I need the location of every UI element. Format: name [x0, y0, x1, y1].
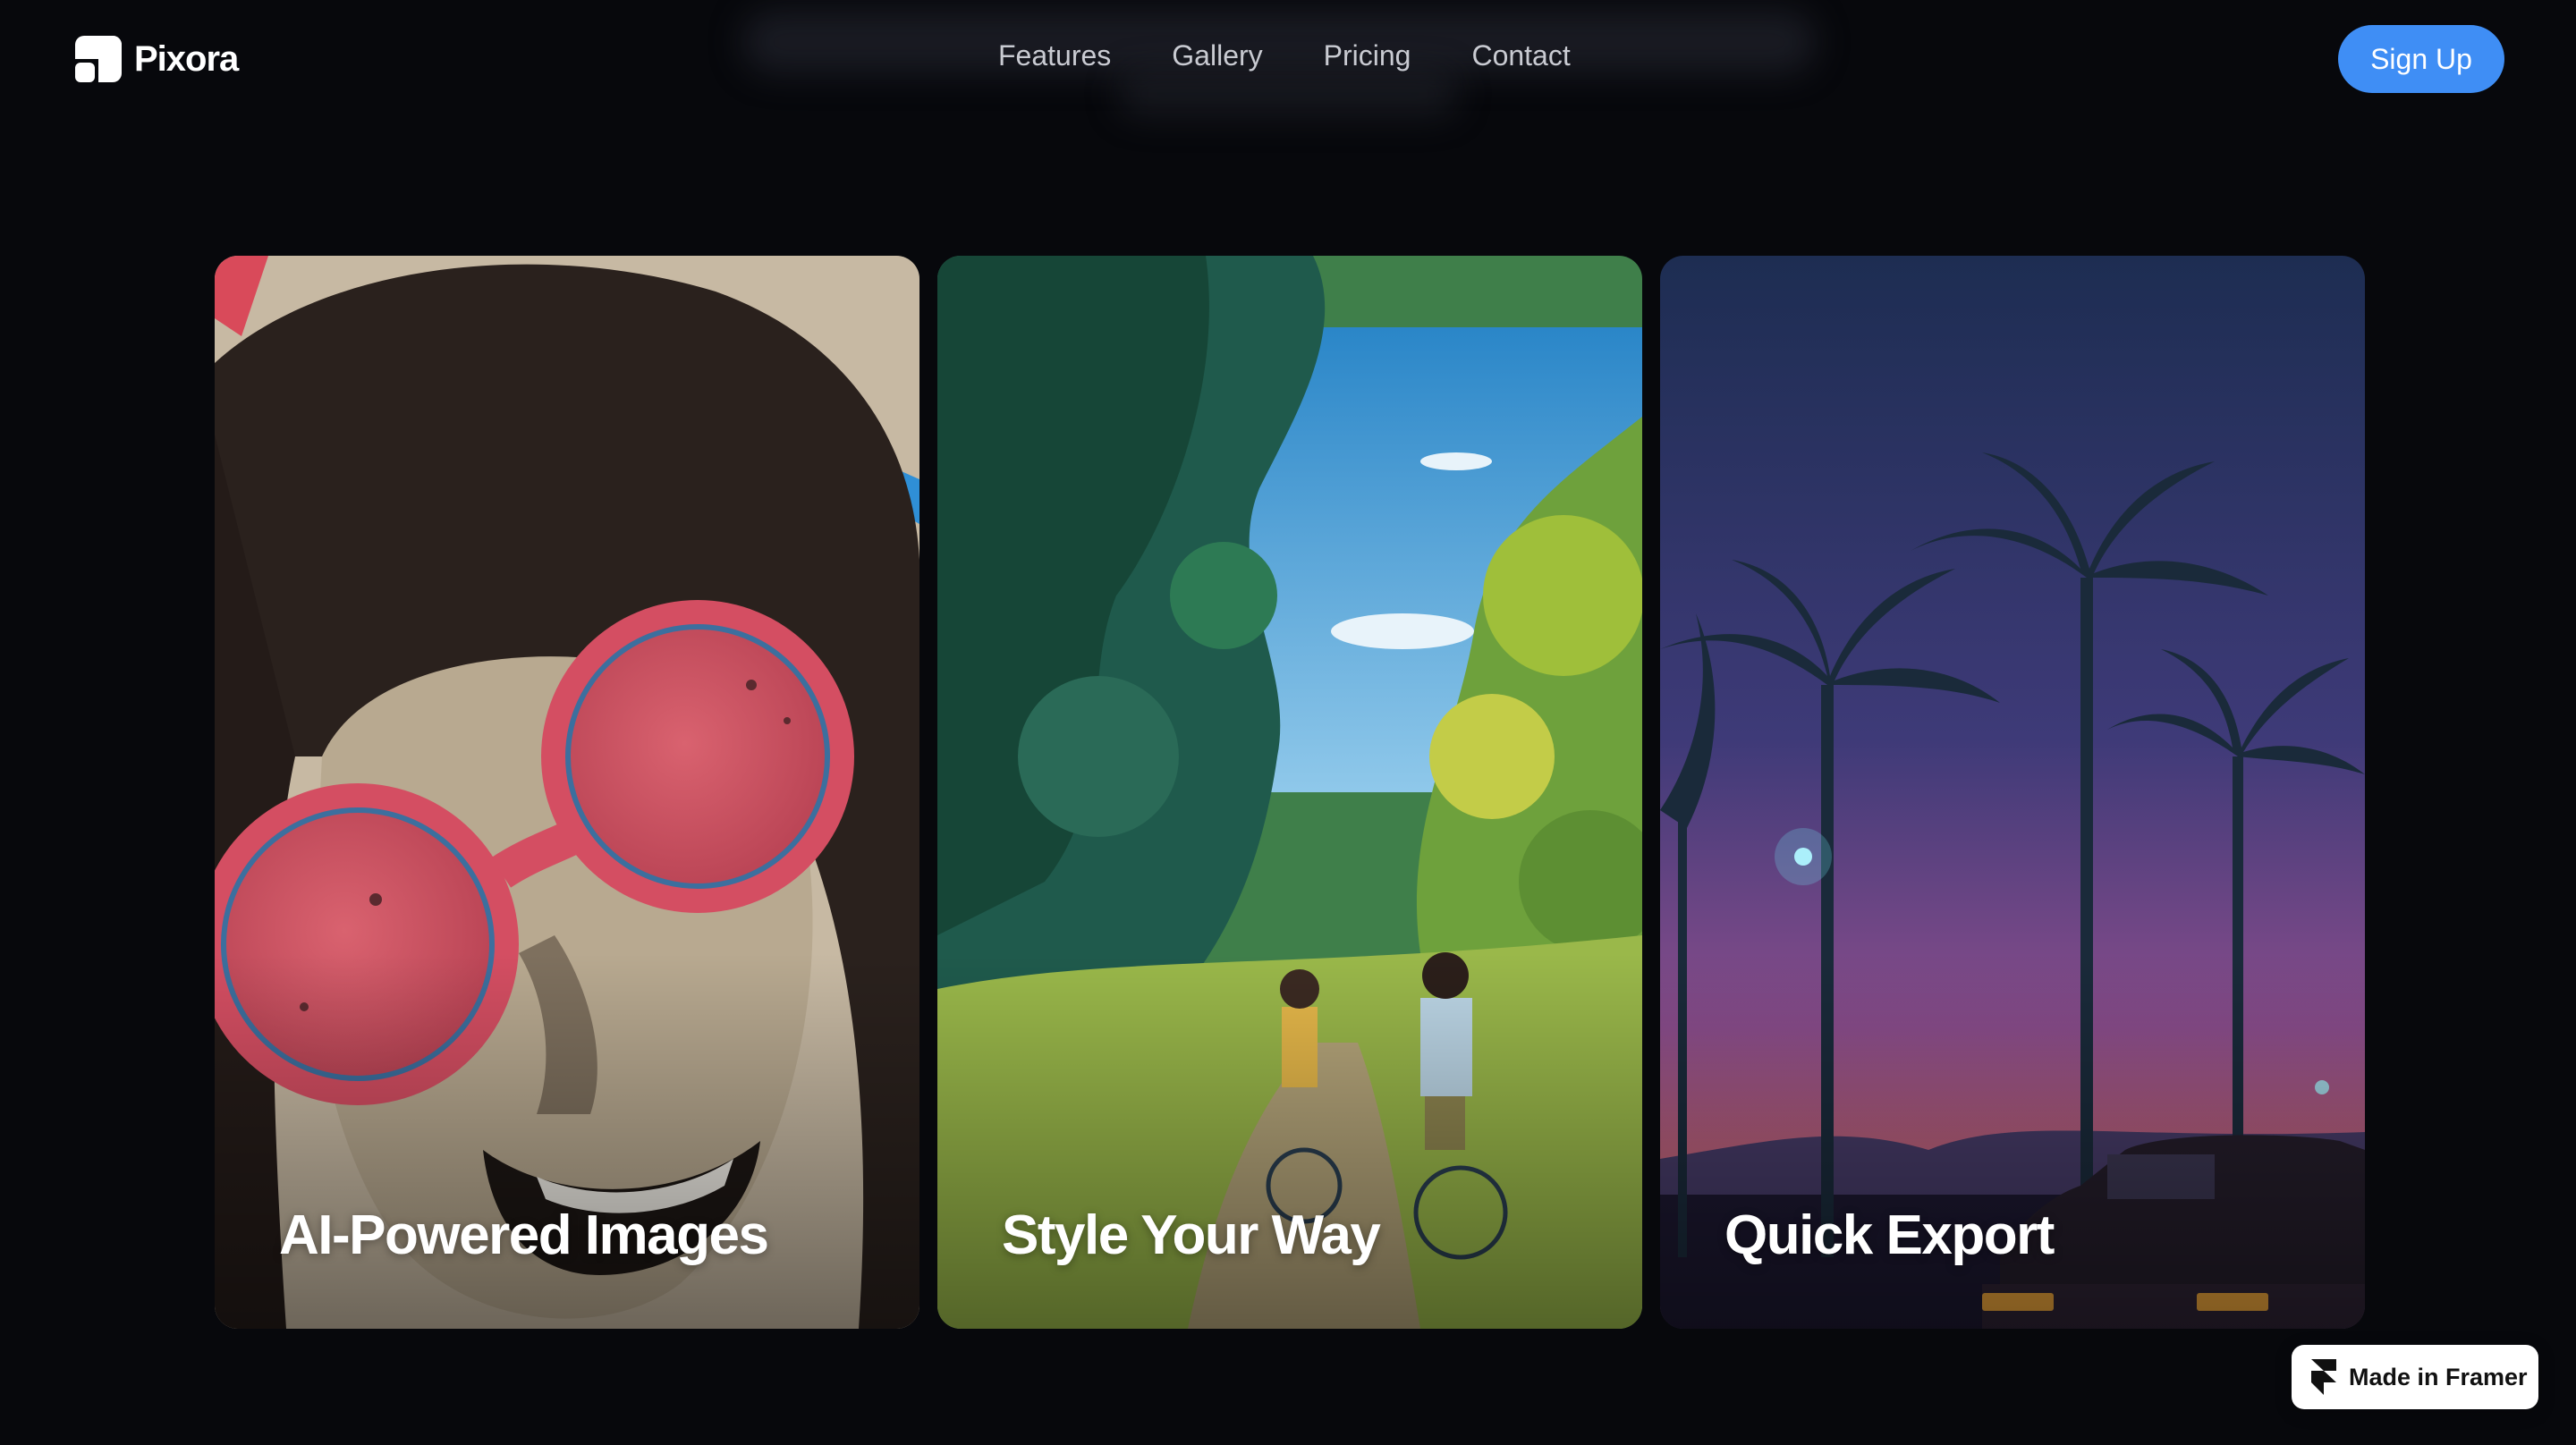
nav-link-gallery[interactable]: Gallery [1172, 39, 1262, 72]
sign-up-button[interactable]: Sign Up [2338, 25, 2504, 93]
brand-name: Pixora [134, 38, 239, 79]
feature-cards: AI-Powered Images Style Your Way Quick E… [215, 256, 2365, 1329]
badge-label: Made in Framer [2349, 1363, 2528, 1390]
feature-card-style[interactable]: Style Your Way [937, 256, 1642, 1329]
brand-logo[interactable]: Pixora [75, 36, 239, 82]
card-gradient-overlay [1660, 953, 2365, 1329]
nav-link-pricing[interactable]: Pricing [1324, 39, 1411, 72]
feature-card-ai-images[interactable]: AI-Powered Images [215, 256, 919, 1329]
card-gradient-overlay [937, 953, 1642, 1329]
made-in-framer-badge[interactable]: Made in Framer [2292, 1345, 2538, 1409]
top-navigation-bar: Pixora Features Gallery Pricing Contact … [0, 0, 2576, 125]
feature-card-export[interactable]: Quick Export [1660, 256, 2365, 1329]
framer-logo-icon [2311, 1359, 2336, 1395]
card-title: AI-Powered Images [279, 1204, 769, 1266]
card-title: Quick Export [1724, 1204, 2055, 1266]
card-gradient-overlay [215, 953, 919, 1329]
blurred-backdrop [1118, 72, 1458, 116]
nav-link-contact[interactable]: Contact [1471, 39, 1570, 72]
main-nav: Features Gallery Pricing Contact [998, 39, 1571, 72]
pixora-logo-icon [75, 36, 122, 82]
card-title: Style Your Way [1002, 1204, 1381, 1266]
nav-link-features[interactable]: Features [998, 39, 1111, 72]
